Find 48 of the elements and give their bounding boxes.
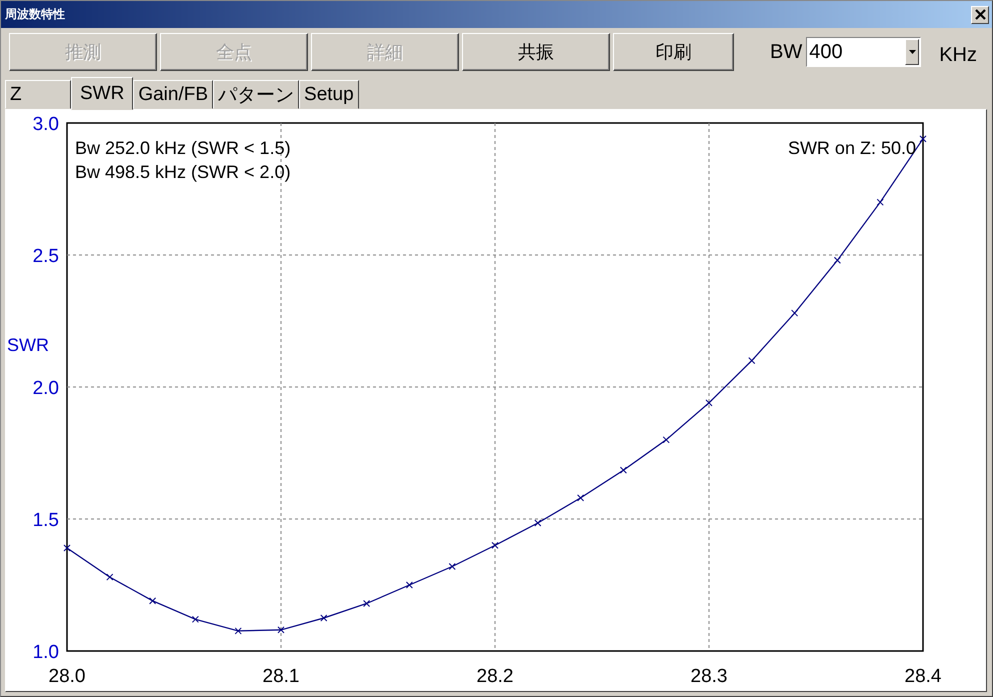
point-marker [920,135,926,142]
point-marker [234,627,242,634]
tab[interactable]: Z [5,80,71,109]
point-marker [791,310,798,317]
point-marker [64,544,70,552]
bw-label: BW [770,40,802,64]
bandwidth-annotation: Bw 252.0 kHz (SWR < 1.5) [75,138,291,158]
x-tick-label: 28.4 [904,666,942,687]
tab[interactable]: パターン [213,80,300,109]
unit-label: KHz [939,44,978,66]
point-marker [492,542,498,549]
point-marker [748,357,756,364]
window-title: 周波数特性 [5,6,65,23]
y-axis-label: SWR [7,335,49,355]
y-tick-label: 1.5 [32,510,59,531]
close-button[interactable] [971,6,989,24]
y-tick-label: 2.5 [32,246,59,267]
point-marker [662,436,670,444]
point-marker [106,574,114,581]
point-marker [363,600,370,607]
impedance-note: SWR on Z: 50.0 [788,138,916,158]
point-marker [448,563,456,570]
tab[interactable]: Gain/FB [133,80,214,109]
x-tick-label: 28.0 [48,666,86,687]
close-icon [974,9,986,20]
point-marker [192,616,199,623]
point-marker [149,597,156,604]
point-marker [577,494,584,502]
point-marker [876,198,884,206]
toolbar-button[interactable]: 印刷 [613,33,734,71]
tab[interactable]: Setup [299,80,359,109]
y-tick-label: 2.0 [32,378,59,399]
tab[interactable]: SWR [71,77,134,110]
point-marker [278,626,284,634]
bw-dropdown[interactable]: 400 [806,37,922,67]
bandwidth-annotation: Bw 498.5 kHz (SWR < 2.0) [75,162,291,182]
point-marker [406,582,413,588]
x-tick-label: 28.3 [690,666,728,687]
point-marker [320,614,328,622]
toolbar-button[interactable]: 共振 [462,33,610,71]
y-tick-label: 1.0 [32,642,59,663]
point-marker [620,466,627,474]
y-tick-label: 3.0 [32,114,59,135]
point-marker [834,256,841,264]
x-tick-label: 28.2 [476,666,514,687]
point-marker [534,519,542,526]
x-tick-label: 28.1 [262,666,300,687]
point-marker [706,399,712,406]
